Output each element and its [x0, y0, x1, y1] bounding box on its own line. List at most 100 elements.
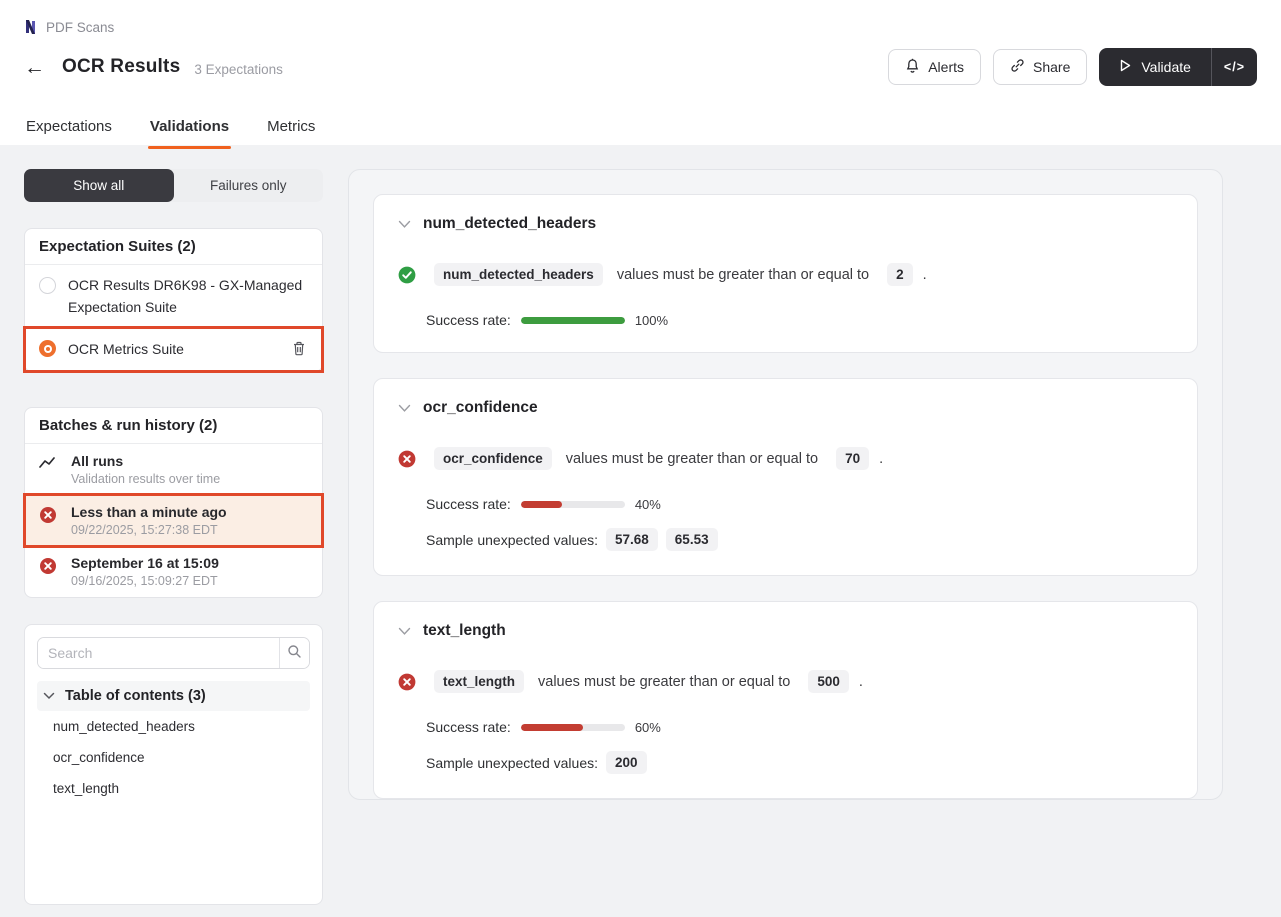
fail-status-icon: [39, 506, 57, 524]
trash-icon: [292, 344, 306, 359]
expectation-clause: values must be greater than or equal to: [566, 451, 818, 467]
value-chip: 70: [836, 447, 869, 470]
success-status-icon: [398, 266, 416, 284]
suite-label: OCR Results DR6K98 - GX-Managed Expectat…: [68, 275, 308, 318]
fail-status-icon: [398, 450, 416, 468]
tab-expectations[interactable]: Expectations: [24, 110, 114, 149]
clause-period: .: [879, 451, 883, 467]
suite-item-ocr-metrics[interactable]: OCR Metrics Suite: [25, 328, 322, 371]
value-chip: 2: [887, 263, 913, 286]
sample-value-chip: 200: [606, 751, 647, 774]
expectation-count: 3 Expectations: [194, 62, 283, 77]
sample-values-label: Sample unexpected values:: [426, 755, 598, 771]
result-filter-toggle: Show all Failures only: [24, 169, 323, 202]
toc-header[interactable]: Table of contents (3): [37, 681, 310, 711]
alerts-button[interactable]: Alerts: [888, 49, 981, 85]
radio-selected[interactable]: [39, 340, 56, 357]
tab-validations[interactable]: Validations: [148, 110, 231, 149]
breadcrumb-label[interactable]: PDF Scans: [46, 20, 114, 35]
success-rate-bar: [521, 724, 625, 731]
show-all-button[interactable]: Show all: [24, 169, 174, 202]
chevron-down-icon[interactable]: [43, 692, 55, 700]
all-runs-title: All runs: [71, 453, 220, 469]
expectation-card-header[interactable]: num_detected_headers: [398, 215, 1173, 233]
success-rate-value: 100%: [635, 313, 668, 328]
search-submit-button[interactable]: [279, 638, 309, 668]
clause-period: .: [923, 267, 927, 283]
fail-status-icon: [39, 557, 57, 575]
success-rate-bar: [521, 501, 625, 508]
table-of-contents-card: Table of contents (3) num_detected_heade…: [24, 624, 323, 905]
expectation-card-header[interactable]: ocr_confidence: [398, 399, 1173, 417]
success-rate-bar: [521, 317, 625, 324]
run-title: September 16 at 15:09: [71, 555, 219, 571]
success-rate-label: Success rate:: [426, 496, 511, 512]
clause-period: .: [859, 674, 863, 690]
expectation-card-header[interactable]: text_length: [398, 622, 1173, 640]
run-item-latest[interactable]: Less than a minute ago 09/22/2025, 15:27…: [25, 495, 322, 546]
expectation-title: ocr_confidence: [423, 399, 538, 417]
validate-button[interactable]: Validate: [1099, 48, 1211, 86]
breadcrumb[interactable]: PDF Scans: [24, 16, 1257, 38]
fail-status-icon: [398, 673, 416, 691]
sample-value-chip: 65.53: [666, 528, 718, 551]
trend-line-icon: [39, 455, 57, 473]
toc-item-text-length[interactable]: text_length: [37, 773, 310, 804]
chevron-down-icon[interactable]: [398, 627, 411, 636]
all-runs-subtitle: Validation results over time: [71, 472, 220, 486]
success-rate-label: Success rate:: [426, 719, 511, 735]
validate-label: Validate: [1141, 59, 1191, 75]
expectation-title: num_detected_headers: [423, 215, 596, 233]
chevron-down-icon[interactable]: [398, 404, 411, 413]
run-timestamp: 09/16/2025, 15:09:27 EDT: [71, 574, 219, 588]
back-button[interactable]: ←: [24, 57, 52, 78]
sample-value-chip: 57.68: [606, 528, 658, 551]
toc-title: Table of contents (3): [65, 688, 206, 704]
chevron-down-icon[interactable]: [398, 220, 411, 229]
expectation-clause: values must be greater than or equal to: [617, 267, 869, 283]
success-rate-label: Success rate:: [426, 312, 511, 328]
page-title: OCR Results: [62, 56, 180, 78]
radio-unselected[interactable]: [39, 277, 56, 294]
all-runs-item[interactable]: All runs Validation results over time: [25, 444, 322, 495]
suite-label: OCR Metrics Suite: [68, 338, 184, 361]
app-header: PDF Scans ← OCR Results 3 Expectations A…: [0, 0, 1281, 145]
run-item-previous[interactable]: September 16 at 15:09 09/16/2025, 15:09:…: [25, 546, 322, 597]
run-timestamp: 09/22/2025, 15:27:38 EDT: [71, 523, 227, 537]
expectation-suites-title: Expectation Suites (2): [25, 229, 322, 265]
expectation-card-ocr-confidence: ocr_confidence ocr_confidence values mus…: [373, 378, 1198, 576]
code-icon: </>: [1224, 60, 1245, 74]
code-snippet-button[interactable]: </>: [1211, 48, 1257, 86]
toc-item-ocr-confidence[interactable]: ocr_confidence: [37, 742, 310, 773]
search-icon: [287, 644, 302, 662]
search-group: [37, 637, 310, 669]
tab-bar: Expectations Validations Metrics: [24, 110, 1257, 149]
alerts-label: Alerts: [928, 59, 964, 75]
failures-only-button[interactable]: Failures only: [174, 169, 324, 202]
sample-values-label: Sample unexpected values:: [426, 532, 598, 548]
data-asset-icon: [24, 19, 38, 35]
success-rate-value: 60%: [635, 720, 661, 735]
expectation-clause: values must be greater than or equal to: [538, 674, 790, 690]
play-icon: [1119, 59, 1131, 75]
tab-metrics[interactable]: Metrics: [265, 110, 317, 149]
search-input[interactable]: [38, 638, 279, 668]
bell-icon: [905, 58, 920, 77]
link-icon: [1010, 58, 1025, 76]
run-title: Less than a minute ago: [71, 504, 227, 520]
value-chip: 500: [808, 670, 849, 693]
suite-item-gx-managed[interactable]: OCR Results DR6K98 - GX-Managed Expectat…: [25, 265, 322, 328]
expectation-card-num-detected-headers: num_detected_headers num_detected_header…: [373, 194, 1198, 353]
share-label: Share: [1033, 59, 1070, 75]
toc-item-num-detected-headers[interactable]: num_detected_headers: [37, 711, 310, 742]
column-chip: text_length: [434, 670, 524, 693]
expectation-suites-card: Expectation Suites (2) OCR Results DR6K9…: [24, 228, 323, 372]
share-button[interactable]: Share: [993, 49, 1087, 85]
validation-results-panel: num_detected_headers num_detected_header…: [348, 169, 1223, 800]
expectation-title: text_length: [423, 622, 506, 640]
expectation-card-text-length: text_length text_length values must be g…: [373, 601, 1198, 799]
run-history-card: Batches & run history (2) All runs Valid…: [24, 407, 323, 598]
column-chip: num_detected_headers: [434, 263, 603, 286]
delete-suite-button[interactable]: [290, 339, 308, 361]
sidebar: Show all Failures only Expectation Suite…: [24, 169, 323, 905]
